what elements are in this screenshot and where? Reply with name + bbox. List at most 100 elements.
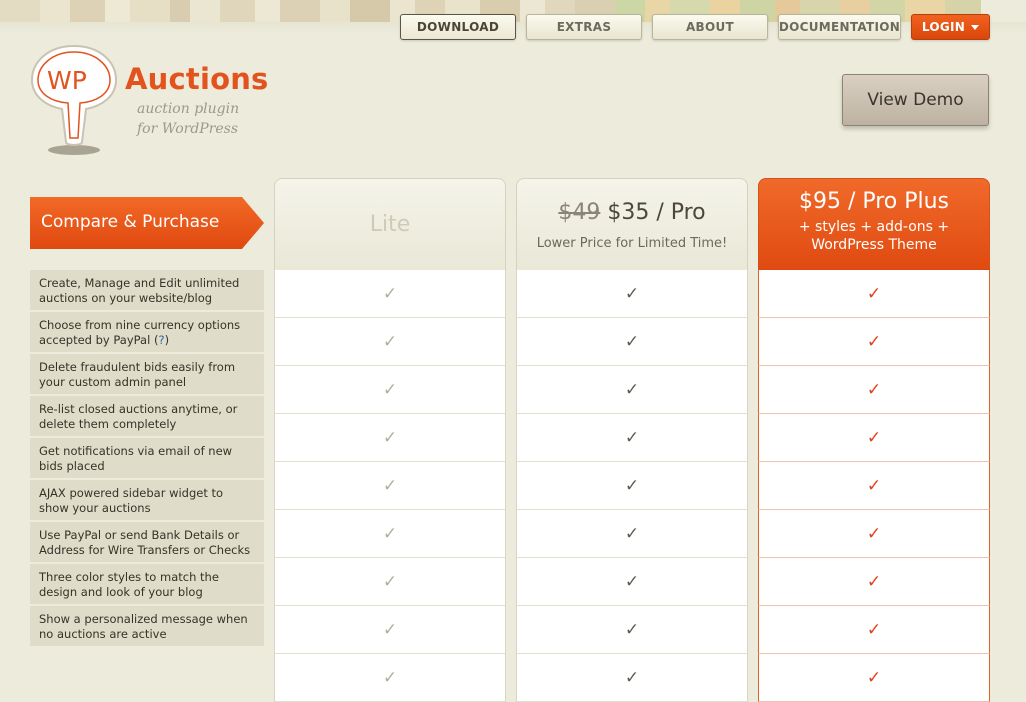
plan-header-pro[interactable]: $49 $35 / Pro Lower Price for Limited Ti…: [516, 178, 748, 270]
logo-tagline: auction plugin for WordPress: [137, 99, 239, 139]
nav-documentation[interactable]: DOCUMENTATION: [778, 14, 901, 40]
feature-cell-pro: ✓: [516, 654, 748, 702]
feature-cell-plus: ✓: [758, 558, 990, 606]
feature-cell-pro: ✓: [516, 414, 748, 462]
feature-cell-lite: ✓: [274, 606, 506, 654]
plan-header-pro-plus[interactable]: $95 / Pro Plus + styles + add-ons + Word…: [758, 178, 990, 270]
feature-cell-lite: ✓: [274, 414, 506, 462]
compare-purchase-banner: Compare & Purchase: [30, 197, 264, 249]
feature-cell-pro: ✓: [516, 462, 748, 510]
check-icon: ✓: [866, 283, 882, 304]
feature-cell-plus: ✓: [758, 414, 990, 462]
feature-cell-lite: ✓: [274, 558, 506, 606]
check-icon: ✓: [866, 571, 882, 592]
plan-price-pro: $35 / Pro: [607, 200, 706, 225]
check-icon: ✓: [624, 523, 640, 544]
check-icon: ✓: [382, 331, 398, 352]
check-icon: ✓: [866, 475, 882, 496]
check-icon: ✓: [866, 619, 882, 640]
feature-cell-plus: ✓: [758, 462, 990, 510]
feature-text: Use PayPal or send Bank Details or Addre…: [39, 528, 251, 557]
feature-text: AJAX powered sidebar widget to show your…: [39, 486, 224, 515]
check-icon: ✓: [624, 667, 640, 688]
old-price: $49: [558, 200, 601, 225]
logo-tagline-line-2: for WordPress: [137, 121, 239, 137]
feature-cell-lite: ✓: [274, 318, 506, 366]
check-icon: ✓: [624, 571, 640, 592]
check-icon: ✓: [382, 523, 398, 544]
check-icon: ✓: [382, 379, 398, 400]
feature-cell-pro: ✓: [516, 510, 748, 558]
check-icon: ✓: [624, 619, 640, 640]
feature-text: Show a personalized message when no auct…: [39, 612, 248, 641]
feature-cell-plus: ✓: [758, 270, 990, 318]
check-icon: ✓: [866, 523, 882, 544]
plan-subtitle-pro-plus: + styles + add-ons + WordPress Theme: [759, 218, 989, 254]
plan-title-pro-plus: $95 / Pro Plus: [798, 189, 950, 214]
check-icon: ✓: [866, 331, 882, 352]
plan-subtitle-pro-plus-line-2: WordPress Theme: [811, 237, 937, 253]
feature-text: Re-list closed auctions anytime, or dele…: [39, 402, 238, 431]
feature-cell-plus: ✓: [758, 654, 990, 702]
feature-cell-lite: ✓: [274, 270, 506, 318]
feature-text: Delete fraudulent bids easily from your …: [39, 360, 236, 389]
check-icon: ✓: [382, 619, 398, 640]
feature-label: Choose from nine currency options accept…: [30, 312, 264, 353]
plan-title-pro: $49 $35 / Pro: [517, 200, 747, 225]
feature-label: Get notifications via email of new bids …: [30, 438, 264, 479]
chevron-down-icon: [971, 25, 980, 30]
login-label: LOGIN: [921, 20, 966, 34]
logo-tagline-line-1: auction plugin: [137, 101, 240, 117]
feature-text: Choose from nine currency options accept…: [39, 318, 241, 347]
plan-subtitle-pro: Lower Price for Limited Time!: [536, 236, 728, 251]
compare-purchase-label: Compare & Purchase: [41, 212, 220, 232]
check-icon: ✓: [382, 667, 398, 688]
nav-login[interactable]: LOGIN: [911, 14, 990, 40]
feature-text: Three color styles to match the design a…: [39, 570, 219, 599]
check-icon: ✓: [382, 283, 398, 304]
feature-label: AJAX powered sidebar widget to show your…: [30, 480, 264, 521]
plan-title-lite: Lite: [369, 212, 411, 237]
feature-cell-pro: ✓: [516, 318, 748, 366]
nav-extras[interactable]: EXTRAS: [526, 14, 642, 40]
feature-label: Delete fraudulent bids easily from your …: [30, 354, 264, 395]
check-icon: ✓: [866, 427, 882, 448]
view-demo-button[interactable]: View Demo: [842, 74, 989, 126]
feature-label: Three color styles to match the design a…: [30, 564, 264, 605]
logo-title: Auctions: [125, 62, 269, 96]
feature-cell-plus: ✓: [758, 318, 990, 366]
check-icon: ✓: [624, 283, 640, 304]
feature-cell-plus: ✓: [758, 366, 990, 414]
feature-label: Re-list closed auctions anytime, or dele…: [30, 396, 264, 437]
plan-subtitle-pro-plus-line-1: + styles + add-ons +: [798, 219, 950, 235]
feature-label: Show a personalized message when no auct…: [30, 606, 264, 647]
feature-cell-lite: ✓: [274, 366, 506, 414]
feature-cell-lite: ✓: [274, 510, 506, 558]
check-icon: ✓: [624, 427, 640, 448]
check-icon: ✓: [382, 571, 398, 592]
nav-download[interactable]: DOWNLOAD: [400, 14, 516, 40]
feature-cell-pro: ✓: [516, 558, 748, 606]
feature-text-tail: ): [164, 333, 170, 347]
feature-text: Create, Manage and Edit unlimited auctio…: [39, 276, 240, 305]
feature-label: Create, Manage and Edit unlimited auctio…: [30, 270, 264, 311]
check-icon: ✓: [866, 379, 882, 400]
check-icon: ✓: [866, 667, 882, 688]
check-icon: ✓: [624, 379, 640, 400]
feature-text: Get notifications via email of new bids …: [39, 444, 233, 473]
check-icon: ✓: [624, 475, 640, 496]
check-icon: ✓: [624, 331, 640, 352]
plan-header-lite[interactable]: Lite: [274, 178, 506, 270]
feature-label: Use PayPal or send Bank Details or Addre…: [30, 522, 264, 563]
feature-cell-plus: ✓: [758, 510, 990, 558]
feature-cell-pro: ✓: [516, 270, 748, 318]
nav-about[interactable]: ABOUT: [652, 14, 768, 40]
feature-cell-lite: ✓: [274, 654, 506, 702]
feature-cell-pro: ✓: [516, 366, 748, 414]
check-icon: ✓: [382, 475, 398, 496]
feature-cell-pro: ✓: [516, 606, 748, 654]
feature-cell-lite: ✓: [274, 462, 506, 510]
check-icon: ✓: [382, 427, 398, 448]
feature-cell-plus: ✓: [758, 606, 990, 654]
logo-wp-text: WP: [47, 66, 87, 95]
